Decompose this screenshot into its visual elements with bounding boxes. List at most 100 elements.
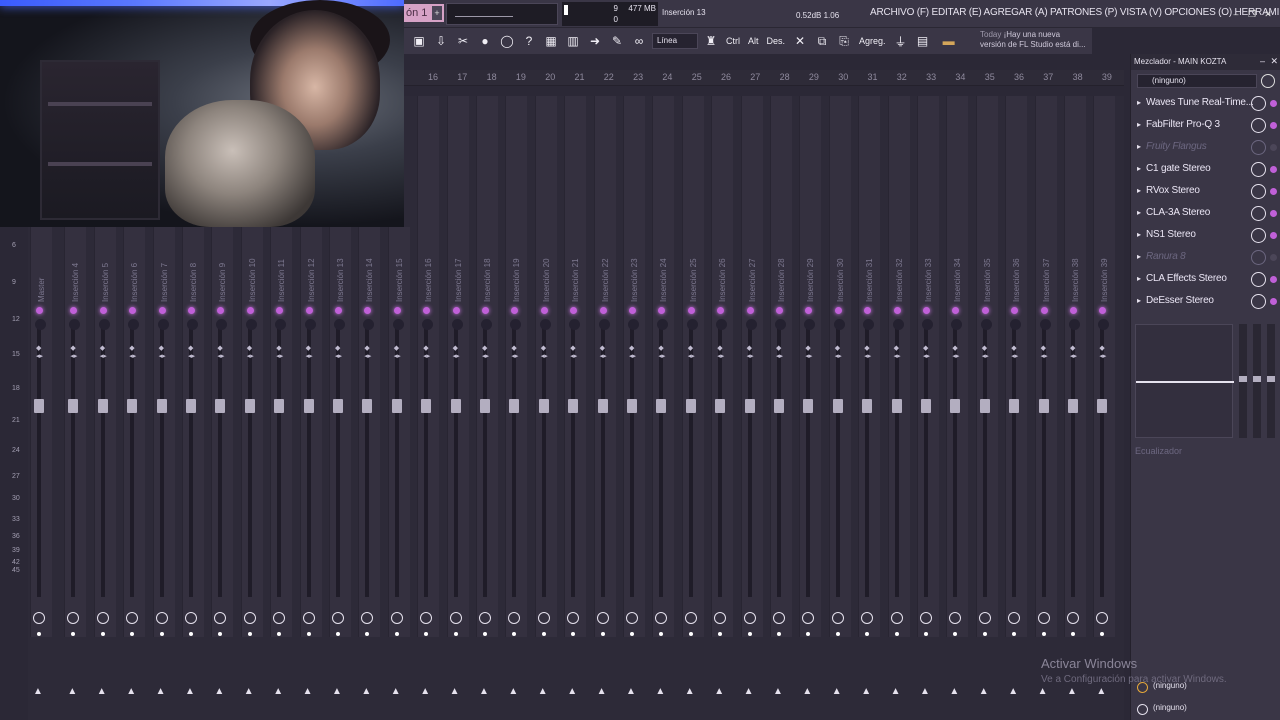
pan-stereo-icon[interactable]: ◆ ◂▸: [923, 345, 930, 361]
eq-band-high[interactable]: [1267, 324, 1275, 438]
route-arrow-icon[interactable]: ▲: [802, 686, 812, 697]
pan-stereo-icon[interactable]: ◆ ◂▸: [423, 345, 430, 361]
mixer-track[interactable]: Inserción 16 ◆ ◂▸: [417, 227, 440, 637]
pan-stereo-icon[interactable]: ◆ ◂▸: [70, 345, 77, 361]
volume-fader[interactable]: [950, 399, 961, 413]
route-arrow-icon[interactable]: ▲: [214, 686, 224, 697]
volume-fader[interactable]: [215, 399, 226, 413]
route-link-icon[interactable]: [214, 612, 227, 624]
volume-fader[interactable]: [1097, 399, 1108, 413]
track-led[interactable]: [981, 307, 989, 314]
track-knob[interactable]: [686, 319, 698, 330]
track-led[interactable]: [687, 307, 695, 314]
slot-arrow-icon[interactable]: ▸: [1137, 274, 1141, 283]
route-arrow-icon[interactable]: ▲: [1038, 686, 1048, 697]
slot-mix-knob-icon[interactable]: [1251, 206, 1266, 221]
pan-stereo-icon[interactable]: ◆ ◂▸: [511, 345, 518, 361]
track-knob[interactable]: [481, 319, 492, 330]
route-arrow-icon[interactable]: ▲: [479, 686, 489, 697]
mixer-track[interactable]: Inserción 39 ◆ ◂▸: [1093, 227, 1116, 637]
mixer-track[interactable]: Inserción 13 ◆ ◂▸: [329, 227, 351, 637]
route-arrow-icon[interactable]: ▲: [303, 686, 313, 697]
route-link-icon[interactable]: [33, 612, 45, 624]
route-arrow-icon[interactable]: ▲: [332, 686, 342, 697]
pan-stereo-icon[interactable]: ◆ ◂▸: [306, 345, 313, 361]
route-arrow-icon[interactable]: ▲: [744, 686, 754, 697]
arrow-right-icon[interactable]: ➜: [586, 32, 604, 50]
track-knob[interactable]: [245, 319, 257, 330]
route-link-icon[interactable]: [920, 612, 932, 624]
route-link-icon[interactable]: [1008, 612, 1021, 624]
route-arrow-icon[interactable]: ▲: [979, 686, 989, 697]
plugin-picker-icon[interactable]: ▬: [936, 32, 962, 50]
track-knob[interactable]: [1098, 319, 1110, 330]
restore-icon[interactable]: ❐: [1246, 8, 1258, 20]
mixer-track[interactable]: Master ◆ ◂▸: [30, 227, 52, 637]
route-arrow-icon[interactable]: ▲: [1096, 686, 1106, 697]
effect-slot[interactable]: ▸ DeEsser Stereo: [1133, 292, 1279, 312]
pan-stereo-icon[interactable]: ◆ ◂▸: [717, 345, 724, 361]
mixer-track[interactable]: Inserción 34 ◆ ◂▸: [946, 227, 969, 637]
volume-fader[interactable]: [597, 399, 608, 413]
alt-button[interactable]: Alt: [746, 36, 761, 46]
pan-stereo-icon[interactable]: ◆ ◂▸: [247, 345, 254, 361]
pan-stereo-icon[interactable]: ◆ ◂▸: [1041, 345, 1048, 361]
eq-band-low[interactable]: [1239, 324, 1247, 438]
volume-fader[interactable]: [627, 399, 637, 413]
minimize-icon[interactable]: –: [1230, 8, 1242, 20]
route-arrow-icon[interactable]: ▲: [891, 686, 901, 697]
eq-graph[interactable]: [1135, 324, 1234, 438]
piano-icon[interactable]: ▥: [564, 32, 582, 50]
track-led[interactable]: [952, 307, 960, 314]
pan-stereo-icon[interactable]: ◆ ◂▸: [1099, 345, 1106, 361]
route-link-icon[interactable]: [449, 612, 462, 624]
slot-mix-knob-icon[interactable]: [1251, 118, 1266, 133]
volume-fader[interactable]: [244, 399, 255, 413]
route-link-icon[interactable]: [1067, 612, 1079, 624]
track-knob[interactable]: [804, 319, 816, 330]
volume-fader[interactable]: [303, 399, 314, 413]
route-link-icon[interactable]: [361, 612, 374, 624]
volume-fader[interactable]: [538, 399, 549, 413]
route-arrow-icon[interactable]: ▲: [126, 686, 136, 697]
pan-stereo-icon[interactable]: ◆ ◂▸: [1070, 345, 1077, 361]
pan-stereo-icon[interactable]: ◆ ◂▸: [100, 345, 107, 361]
slot-arrow-icon[interactable]: ▸: [1137, 98, 1141, 107]
effect-slot[interactable]: ▸ CLA-3A Stereo: [1133, 204, 1279, 224]
track-led[interactable]: [1099, 307, 1107, 314]
track-led[interactable]: [482, 307, 489, 314]
route-arrow-icon[interactable]: ▲: [33, 686, 43, 697]
slot-power-led[interactable]: [1270, 210, 1277, 217]
route-link-icon[interactable]: [243, 612, 256, 624]
route-link-icon[interactable]: [802, 612, 815, 624]
slot-mix-knob-icon[interactable]: [1251, 294, 1266, 309]
track-led[interactable]: [246, 307, 254, 314]
slot-power-led[interactable]: [1270, 276, 1277, 283]
volume-fader[interactable]: [862, 399, 873, 413]
volume-fader[interactable]: [362, 399, 373, 413]
track-led[interactable]: [540, 307, 548, 314]
mixer-track[interactable]: Inserción 5 ◆ ◂▸: [93, 227, 116, 637]
track-led[interactable]: [364, 307, 372, 314]
add-button[interactable]: Agreg.: [857, 36, 888, 46]
brush-icon[interactable]: ✎: [608, 32, 626, 50]
route-link-icon[interactable]: [626, 612, 638, 624]
slot-arrow-icon[interactable]: ▸: [1137, 164, 1141, 173]
des-button[interactable]: Des.: [765, 36, 788, 46]
slot-mix-knob-icon[interactable]: [1251, 184, 1266, 199]
effect-slot[interactable]: ▸ Waves Tune Real-Time...: [1133, 94, 1279, 114]
volume-fader[interactable]: [656, 399, 667, 413]
volume-fader[interactable]: [480, 399, 490, 413]
pan-stereo-icon[interactable]: ◆ ◂▸: [658, 345, 665, 361]
pan-stereo-icon[interactable]: ◆ ◂▸: [1011, 345, 1018, 361]
pan-stereo-icon[interactable]: ◆ ◂▸: [217, 345, 224, 361]
route-link-icon[interactable]: [302, 612, 315, 624]
track-knob[interactable]: [892, 319, 904, 330]
pan-stereo-icon[interactable]: ◆ ◂▸: [805, 345, 812, 361]
mixer-track[interactable]: Inserción 11 ◆ ◂▸: [270, 227, 293, 637]
ctrl-button[interactable]: Ctrl: [724, 36, 742, 46]
route-link-icon[interactable]: [273, 612, 286, 624]
track-led[interactable]: [276, 307, 284, 314]
mic-input-icon[interactable]: ⏚: [892, 32, 910, 50]
metronome-icon[interactable]: ♜: [702, 32, 720, 50]
